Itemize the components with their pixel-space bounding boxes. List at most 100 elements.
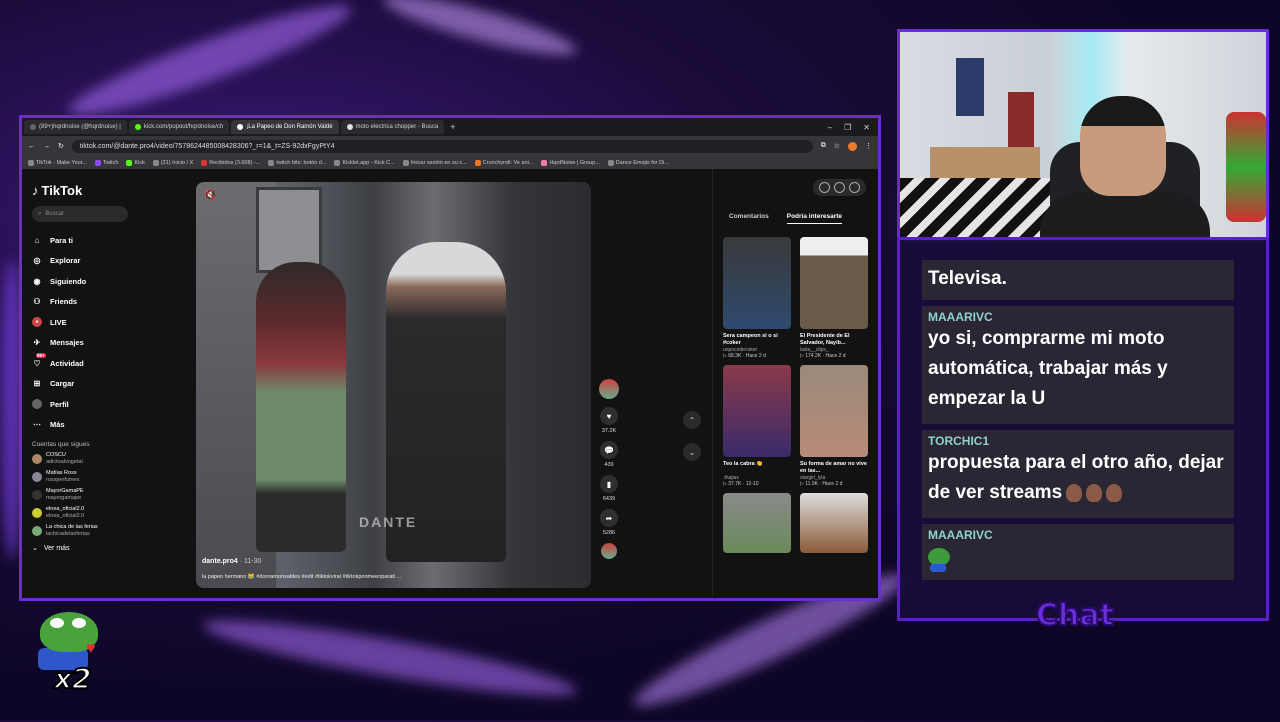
account-name: elnea_oficial2.0 — [46, 506, 85, 512]
bookmark-item[interactable]: Kicklet.app - Kick C... — [334, 159, 395, 166]
like-icon[interactable]: ♥ — [600, 407, 618, 425]
sound-disc-icon[interactable] — [601, 543, 617, 559]
forward-icon[interactable]: → — [43, 143, 50, 150]
bookmark-item[interactable]: Iniciar sesión en su c... — [402, 159, 467, 166]
video-card[interactable] — [723, 493, 791, 553]
browser-tab-active[interactable]: ¡La Papeo de Don Ramón Valdé — [231, 120, 339, 134]
sidebar-item-live[interactable]: ● LIVE — [32, 312, 182, 333]
account-name: Matías Ross — [46, 470, 77, 476]
compass-icon: ◎ — [33, 256, 41, 266]
video-card[interactable]: Su forma de amar no vive en las... starg… — [800, 365, 868, 487]
comment-icon[interactable]: 💬 — [600, 441, 618, 459]
user-avatar-icon[interactable] — [849, 182, 860, 193]
back-icon[interactable]: ← — [28, 143, 35, 150]
chevron-up-icon[interactable]: ⌃ — [683, 411, 701, 429]
chevron-down-icon[interactable]: ⌄ — [683, 443, 701, 461]
mute-icon[interactable]: 🔇 — [204, 190, 216, 201]
chat-message-text: yo si, comprarme mi moto automática, tra… — [928, 328, 1168, 409]
following-title: Cuentas que sigues — [32, 441, 90, 448]
sidebar-item-siguiendo[interactable]: ◉ Siguiendo — [32, 271, 182, 292]
bookmark-favicon-icon — [126, 159, 133, 166]
bookmark-item[interactable]: Recibidos (3.608) -... — [201, 159, 260, 166]
profile-avatar-icon[interactable] — [848, 141, 857, 151]
following-account[interactable]: MayorGamaPE mayorgamape — [32, 488, 182, 502]
see-more-button[interactable]: ⌄ Ver más — [32, 544, 182, 553]
webcam-streamer-body — [1040, 192, 1210, 238]
chat-message-text-row: propuesta para el otro año, dejar de ver… — [928, 448, 1228, 508]
browser-tab[interactable]: moto electrica chopper - Busca — [340, 120, 445, 134]
share-icon[interactable]: ➦ — [600, 509, 618, 527]
close-icon[interactable]: ✕ — [863, 123, 870, 132]
following-account[interactable]: COSCU adictoalvogetal — [32, 452, 182, 466]
activity-badge: 99+ — [36, 353, 46, 359]
sidebar-item-perfil[interactable]: Perfil — [32, 394, 182, 415]
sidebar-item-label: Más — [50, 420, 65, 430]
menu-icon[interactable]: ⋮ — [865, 142, 872, 150]
bookmark-item[interactable]: (21) Inicio / X — [152, 159, 193, 166]
card-title: Sera campeon si o si #coker — [723, 333, 778, 346]
tab-label: moto electrica chopper - Busca — [355, 124, 439, 130]
avatar — [32, 508, 42, 518]
browser-tab[interactable]: (89+)hqrdnoise (@hqrdnoise) | — [24, 120, 127, 134]
sidebar-item-label: Perfil — [50, 399, 69, 409]
video-card[interactable] — [800, 493, 868, 553]
card-age: 12-10 — [745, 481, 759, 487]
sidebar-item-para-ti[interactable]: ⌂ Para ti — [32, 230, 182, 251]
home-icon: ⌂ — [34, 235, 40, 245]
sidebar-item-cargar[interactable]: ⊞ Cargar — [32, 374, 182, 395]
bookmark-favicon-icon — [474, 159, 481, 166]
sidebar-item-label: LIVE — [50, 317, 67, 327]
video-card[interactable]: Sera campeon si o si #coker unpocodecoke… — [723, 237, 791, 359]
video-thumbnail — [723, 493, 791, 553]
video-thumbnail — [800, 237, 868, 329]
sidebar-item-friends[interactable]: ⚇ Friends — [32, 292, 182, 313]
bookmark-star-icon[interactable]: ☆ — [834, 142, 840, 150]
tab-comentarios[interactable]: Comentarios — [729, 213, 769, 224]
search-input[interactable]: ⌕ Buscar — [32, 206, 128, 222]
sidebar-item-label: Cargar — [50, 379, 75, 389]
bookmark-item[interactable]: twitch bits: botón d... — [268, 159, 327, 166]
settings-icon[interactable] — [819, 182, 830, 193]
video-player[interactable]: DANTE 🔇 dante.pro4 · 11-30 la papeo herm… — [196, 182, 591, 588]
author-avatar[interactable] — [599, 379, 619, 399]
sidebar-item-mas[interactable]: ⋯ Más — [32, 415, 182, 436]
new-tab-icon[interactable]: + — [450, 122, 455, 132]
following-account[interactable]: La chica de las ferias lachicadelasferias — [32, 524, 182, 538]
browser-tab[interactable]: kick.com/popout/hqrdnoise/ch — [128, 120, 230, 134]
bookmark-item[interactable]: Twitch — [94, 159, 118, 166]
sidebar-item-explorar[interactable]: ◎ Explorar — [32, 251, 182, 272]
bookmark-icon[interactable]: ▮ — [600, 475, 618, 493]
author-name: dante.pro4 — [202, 558, 238, 565]
sidebar-item-label: Siguiendo — [50, 276, 87, 286]
device-icon[interactable] — [834, 182, 845, 193]
url-field[interactable]: tiktok.com/@dante.pro4/video/75786244850… — [71, 139, 813, 153]
bookmark-item[interactable]: HqrdNoise | Group... — [541, 159, 600, 166]
bookmark-label: twitch bits: botón d... — [276, 159, 327, 166]
sidebar-item-label: Explorar — [50, 256, 81, 266]
tiktok-logo[interactable]: ♪ TikTok — [32, 183, 182, 198]
sidebar-item-actividad[interactable]: ♡ 99+ Actividad — [32, 353, 182, 374]
bookmark-item[interactable]: TikTok - Make Your... — [28, 159, 87, 166]
maximize-icon[interactable]: ❐ — [844, 123, 851, 132]
more-icon: ⋯ — [33, 420, 41, 430]
reload-icon[interactable]: ↻ — [58, 142, 64, 150]
bookmark-item[interactable]: Dance Emojis for Di... — [607, 159, 669, 166]
video-actions: ♥ 37.2K 💬 439 ▮ 6439 ➦ 5286 — [596, 379, 622, 567]
card-age: Hace 2 d — [825, 353, 846, 359]
avatar — [32, 526, 42, 536]
bookmark-item[interactable]: Kick — [126, 159, 145, 166]
following-account[interactable]: Matías Ross rossperfumes — [32, 470, 182, 484]
sidebar-item-mensajes[interactable]: ✈ Mensajes — [32, 333, 182, 354]
extensions-icon[interactable]: ⧉ — [821, 142, 826, 150]
chat-message: TORCHIC1 propuesta para el otro año, dej… — [922, 430, 1234, 518]
bookmark-item[interactable]: Crunchyroll: Ve ani... — [474, 159, 533, 166]
minimize-icon[interactable]: – — [828, 123, 832, 132]
tab-label: ¡La Papeo de Don Ramón Valdé — [246, 124, 333, 130]
video-author[interactable]: dante.pro4 · 11-30 — [202, 558, 261, 565]
following-account[interactable]: elnea_oficial2.0 elnea_oficial2.0 — [32, 506, 182, 520]
video-card[interactable]: El Presidente de El Salvador, Nayib... l… — [800, 237, 868, 359]
tab-podria-interesarte[interactable]: Podría interesarte — [786, 213, 843, 224]
video-thumbnail — [800, 365, 868, 457]
video-card[interactable]: Teo la cabra 👏 .thajiax ▷ 37.7K · 12-10 — [723, 365, 791, 487]
live-icon: ● — [32, 317, 42, 328]
